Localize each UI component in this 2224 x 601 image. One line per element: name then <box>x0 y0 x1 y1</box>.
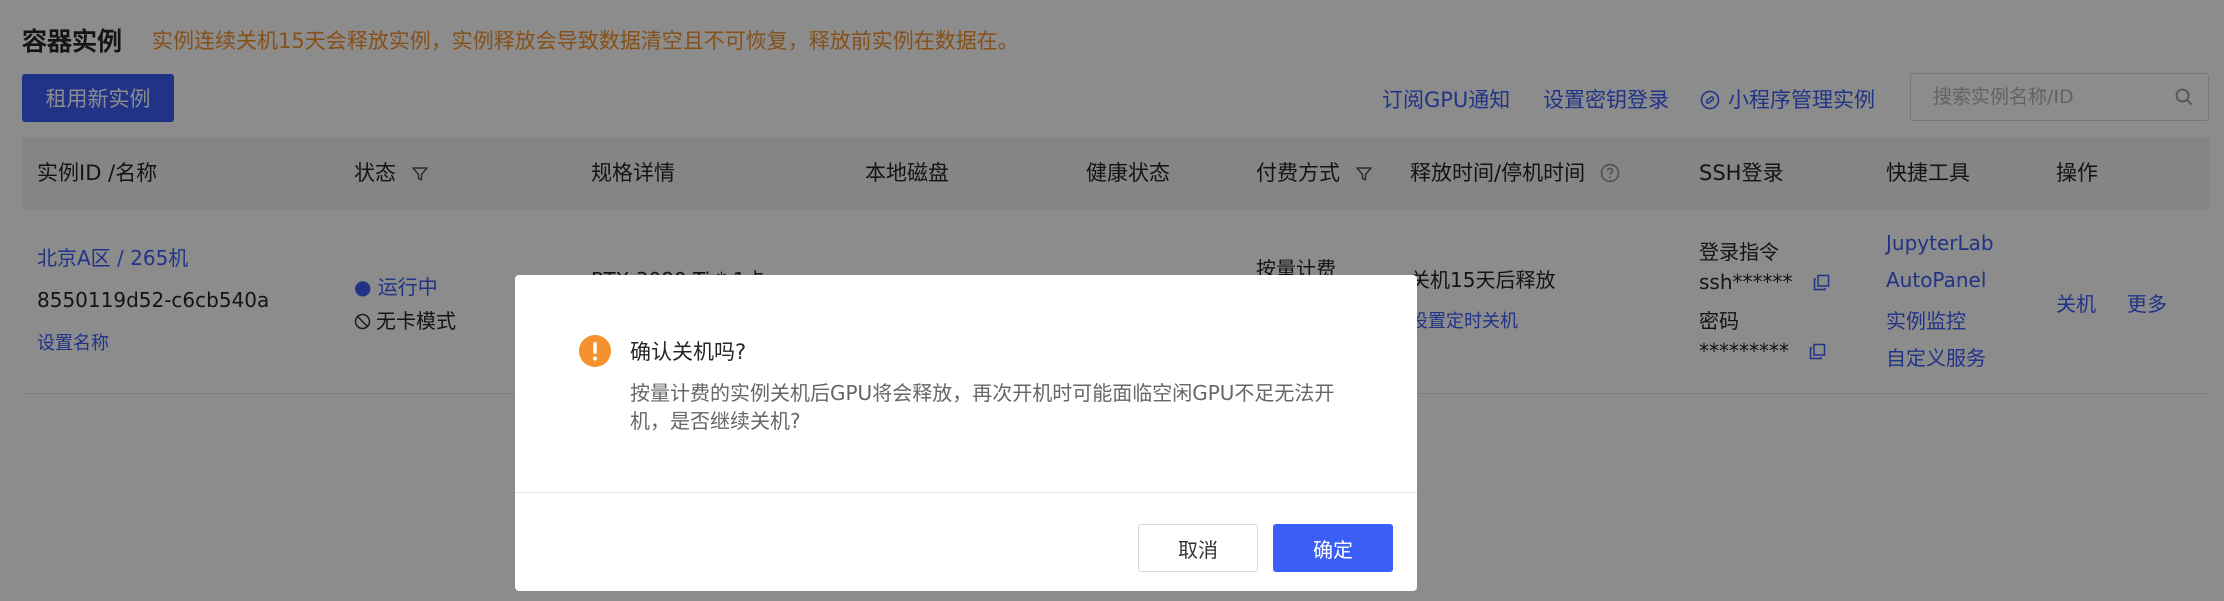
confirm-shutdown-dialog: 确认关机吗? 按量计费的实例关机后GPU将会释放，再次开机时可能面临空闲GPU不… <box>515 275 1417 591</box>
warning-icon <box>579 335 611 367</box>
dialog-message: 按量计费的实例关机后GPU将会释放，再次开机时可能面临空闲GPU不足无法开机，是… <box>630 381 1335 433</box>
dialog-divider <box>515 492 1417 493</box>
cancel-button[interactable]: 取消 <box>1138 524 1258 572</box>
confirm-button[interactable]: 确定 <box>1273 524 1393 572</box>
dialog-title: 确认关机吗? <box>630 340 747 364</box>
page: 容器实例 实例连续关机15天会释放实例，实例释放会导致数据清空且不可恢复，释放前… <box>0 0 2224 601</box>
